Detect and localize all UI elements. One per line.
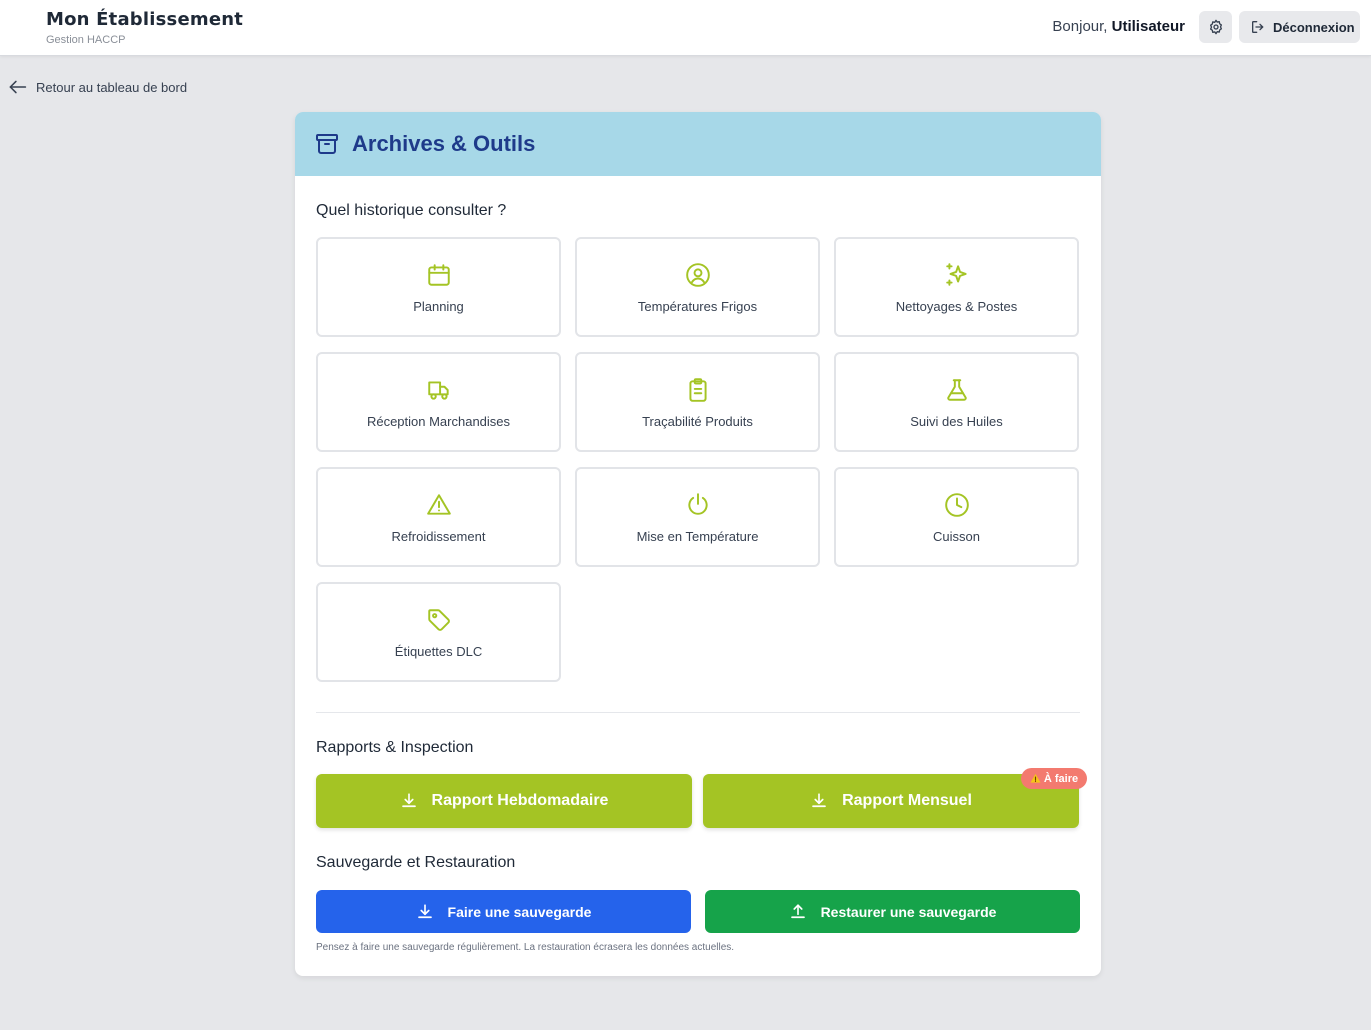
reports-section-title: Rapports & Inspection: [316, 739, 474, 756]
card-header: Archives & Outils: [295, 112, 1101, 176]
user-circle-icon: [685, 263, 710, 287]
tile-reception-marchandises[interactable]: Réception Marchandises: [316, 352, 561, 452]
archive-box-icon: [316, 134, 338, 154]
restore-button[interactable]: Restaurer une sauvegarde: [705, 890, 1080, 933]
truck-icon: [427, 381, 449, 400]
todo-badge: À faire: [1021, 768, 1087, 789]
backup-section-title: Sauvegarde et Restauration: [316, 854, 516, 871]
sparkles-icon: [945, 263, 967, 286]
greeting-prefix: Bonjour,: [1052, 18, 1108, 35]
user-name: Utilisateur: [1111, 18, 1185, 35]
monthly-report-label: Rapport Mensuel: [842, 792, 972, 809]
tile-mise-en-temperature[interactable]: Mise en Température: [575, 467, 820, 567]
clipboard-icon: [688, 378, 707, 402]
tile-label: Nettoyages & Postes: [895, 299, 1018, 314]
tile-label: Traçabilité Produits: [642, 414, 753, 429]
section-divider: [316, 712, 1080, 713]
tile-nettoyages-postes[interactable]: Nettoyages & Postes: [834, 237, 1079, 337]
tile-tracabilite-produits[interactable]: Traçabilité Produits: [575, 352, 820, 452]
top-bar: Mon Établissement Gestion HACCP Bonjour,…: [0, 0, 1371, 56]
backup-label: Faire une sauvegarde: [447, 903, 592, 920]
settings-button[interactable]: [1199, 11, 1232, 43]
warning-icon: [1030, 773, 1041, 783]
power-icon: [687, 493, 708, 515]
tile-label: Planning: [413, 299, 464, 314]
calendar-icon: [427, 264, 450, 286]
gear-icon: [1209, 19, 1222, 35]
backup-note: Pensez à faire une sauvegarde régulièrem…: [316, 942, 735, 953]
weekly-report-button[interactable]: Rapport Hebdomadaire: [316, 774, 692, 828]
tile-label: Réception Marchandises: [366, 414, 511, 429]
arrow-left-icon: [9, 80, 27, 94]
tile-label: Refroidissement: [391, 529, 486, 544]
tile-etiquettes-dlc[interactable]: Étiquettes DLC: [316, 582, 561, 682]
tile-cuisson[interactable]: Cuisson: [834, 467, 1079, 567]
tile-label: Étiquettes DLC: [394, 644, 483, 659]
logout-icon: [1252, 21, 1264, 33]
upload-icon: [790, 903, 805, 918]
weekly-report-label: Rapport Hebdomadaire: [431, 792, 609, 809]
clock-icon: [944, 493, 969, 517]
tile-suivi-huiles[interactable]: Suivi des Huiles: [834, 352, 1079, 452]
history-section-title: Quel historique consulter ?: [316, 202, 507, 219]
tile-planning[interactable]: Planning: [316, 237, 561, 337]
card-title: Archives & Outils: [352, 131, 536, 156]
back-label: Retour au tableau de bord: [36, 79, 188, 95]
tile-temperatures-frigos[interactable]: Températures Frigos: [575, 237, 820, 337]
tile-label: Suivi des Huiles: [910, 414, 1003, 429]
todo-badge-label: À faire: [1043, 772, 1079, 785]
download-icon: [401, 793, 416, 808]
back-to-dashboard-link[interactable]: Retour au tableau de bord: [8, 79, 187, 95]
greeting: Bonjour, Utilisateur: [1052, 18, 1185, 35]
tile-label: Cuisson: [933, 529, 980, 544]
download-icon: [812, 793, 826, 808]
logout-button[interactable]: Déconnexion: [1239, 11, 1360, 43]
backup-button[interactable]: Faire une sauvegarde: [316, 890, 691, 933]
warning-icon: [426, 494, 451, 515]
restore-label: Restaurer une sauvegarde: [820, 903, 997, 920]
app-subtitle: Gestion HACCP: [46, 34, 126, 46]
tile-label: Mise en Température: [636, 529, 759, 544]
tag-icon: [427, 609, 450, 631]
tile-label: Températures Frigos: [637, 299, 758, 314]
download-icon: [417, 903, 432, 918]
logout-label: Déconnexion: [1273, 19, 1355, 35]
establishment-title: Mon Établissement: [46, 9, 244, 30]
archives-card: Archives & Outils Quel historique consul…: [295, 112, 1101, 976]
tile-refroidissement[interactable]: Refroidissement: [316, 467, 561, 567]
flask-icon: [946, 379, 967, 401]
